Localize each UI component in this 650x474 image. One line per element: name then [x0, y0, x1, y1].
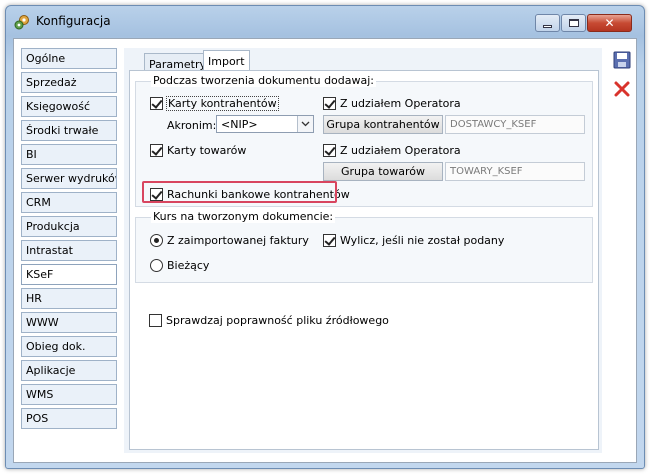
karty-kontrahentow-checkbox[interactable]: [150, 97, 163, 110]
karty-towarow-label: Karty towarów: [167, 144, 247, 157]
akronim-label: Akronim:: [167, 119, 217, 132]
sidebar-item-obieg-dok[interactable]: Obieg dok.: [21, 336, 117, 357]
sidebar-item-pos[interactable]: POS: [21, 408, 117, 429]
karty-kontrahentow-label: Karty kontrahentów: [166, 96, 279, 111]
settings-panel: Parametry Import Podczas tworzenia dokum…: [124, 48, 602, 453]
group-title: Kurs na tworzonym dokumencie:: [151, 210, 336, 223]
z-udzialem-operatora-1-checkbox[interactable]: [323, 97, 336, 110]
tab-import[interactable]: Import: [203, 50, 250, 71]
grupa-towarow-button[interactable]: Grupa towarów: [323, 162, 443, 181]
akronim-value: <NIP>: [221, 118, 258, 131]
biezacy-label: Bieżący: [167, 259, 210, 272]
z-zaimportowanej-faktury-label: Z zaimportowanej faktury: [167, 234, 309, 247]
karty-towarow-checkbox[interactable]: [150, 144, 163, 157]
close-icon: ✕: [604, 16, 615, 30]
rachunki-highlight-frame: [142, 181, 337, 203]
sidebar-item-aplikacje[interactable]: Aplikacje: [21, 360, 117, 381]
z-udzialem-operatora-1-label: Z udziałem Operatora: [340, 97, 461, 110]
sidebar-item-srodki-trwale[interactable]: Środki trwałe: [21, 120, 117, 141]
tab-parametry[interactable]: Parametry: [144, 53, 211, 71]
import-tab-content: Podczas tworzenia dokumentu dodawaj: Kar…: [129, 70, 599, 450]
sidebar-item-sprzedaz[interactable]: Sprzedaż: [21, 72, 117, 93]
sidebar-item-www[interactable]: WWW: [21, 312, 117, 333]
delete-button[interactable]: [611, 78, 633, 100]
sidebar-item-serwer-wydrukow[interactable]: Serwer wydruków: [21, 168, 117, 189]
sidebar-item-bi[interactable]: BI: [21, 144, 117, 165]
sidebar-item-intrastat[interactable]: Intrastat: [21, 240, 117, 261]
grupa-towarow-field: TOWARY_KSEF: [445, 162, 585, 181]
sidebar-item-ksiegowosc[interactable]: Księgowość: [21, 96, 117, 117]
maximize-icon: [568, 19, 579, 27]
wylicz-checkbox[interactable]: [323, 234, 336, 247]
sidebar-item-ogolne[interactable]: Ogólne: [21, 48, 117, 69]
z-udzialem-operatora-2-checkbox[interactable]: [323, 144, 336, 157]
grupa-kontrahentow-field: DOSTAWCY_KSEF: [445, 115, 585, 134]
grupa-kontrahentow-button[interactable]: Grupa kontrahentów: [323, 115, 443, 134]
chevron-down-icon: [297, 116, 313, 132]
sidebar-nav: Ogólne Sprzedaż Księgowość Środki trwałe…: [21, 48, 117, 429]
title-bar[interactable]: Konfiguracja ✕: [6, 6, 644, 36]
close-button[interactable]: ✕: [587, 14, 632, 32]
maximize-button[interactable]: [561, 14, 586, 32]
save-icon: [613, 51, 631, 69]
delete-icon: [614, 81, 630, 97]
sprawdzaj-label: Sprawdzaj poprawność pliku źródłowego: [166, 314, 389, 327]
z-udzialem-operatora-2-label: Z udziałem Operatora: [340, 144, 461, 157]
minimize-icon: [543, 24, 552, 28]
gears-icon: [14, 14, 30, 30]
sidebar-item-hr[interactable]: HR: [21, 288, 117, 309]
window-title: Konfiguracja: [36, 14, 111, 28]
save-button[interactable]: [611, 49, 633, 71]
configuration-window: Konfiguracja ✕ Ogólne Sprzedaż Księgowoś…: [5, 5, 645, 469]
akronim-dropdown[interactable]: <NIP>: [216, 115, 314, 133]
z-zaimportowanej-faktury-radio[interactable]: [150, 234, 163, 247]
sidebar-item-crm[interactable]: CRM: [21, 192, 117, 213]
biezacy-radio[interactable]: [150, 259, 163, 272]
client-area: Ogólne Sprzedaż Księgowość Środki trwałe…: [13, 38, 637, 463]
group-title: Podczas tworzenia dokumentu dodawaj:: [151, 74, 376, 87]
sprawdzaj-checkbox[interactable]: [149, 314, 162, 327]
wylicz-label: Wylicz, jeśli nie został podany: [340, 234, 505, 247]
minimize-button[interactable]: [535, 14, 560, 32]
sidebar-item-produkcja[interactable]: Produkcja: [21, 216, 117, 237]
sidebar-item-ksef[interactable]: KSeF: [21, 264, 117, 285]
sidebar-item-wms[interactable]: WMS: [21, 384, 117, 405]
exchange-rate-group: Kurs na tworzonym dokumencie: Z zaimport…: [135, 210, 593, 283]
